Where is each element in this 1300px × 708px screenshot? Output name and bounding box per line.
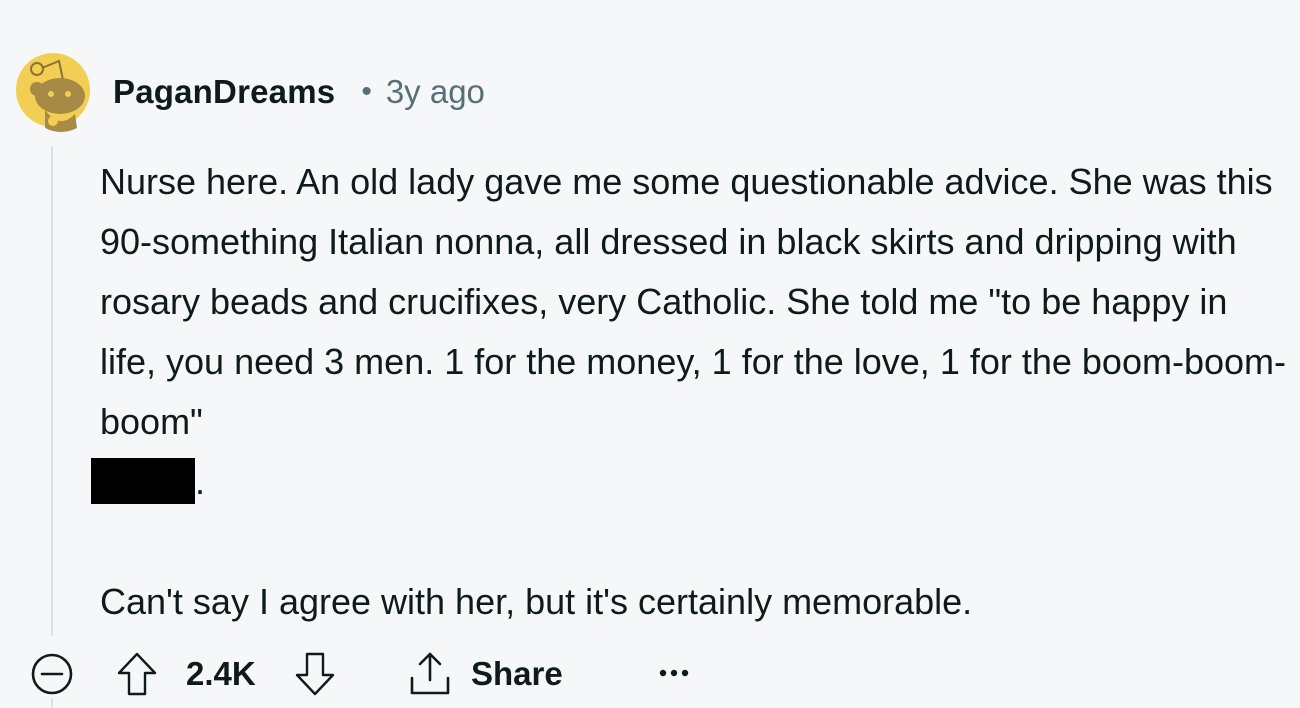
comment-paragraph: Can't say I agree with her, but it's cer… xyxy=(100,581,973,622)
share-label: Share xyxy=(471,655,563,692)
meta-separator: • xyxy=(361,75,372,108)
comment-action-bar: 2.4K Share xyxy=(0,644,1300,704)
ellipsis-icon[interactable] xyxy=(652,658,696,688)
comment-timestamp[interactable]: 3y ago xyxy=(386,73,485,111)
share-button[interactable]: Share xyxy=(407,650,597,700)
redaction-box xyxy=(91,458,195,504)
upvote-arrow-icon[interactable] xyxy=(115,650,159,698)
comment-body: Nurse here. An old lady gave me some que… xyxy=(91,152,1290,632)
author-username[interactable]: PaganDreams xyxy=(113,73,335,111)
minus-circle-icon[interactable] xyxy=(27,649,77,699)
share-icon xyxy=(407,650,453,698)
downvote-arrow-icon[interactable] xyxy=(293,650,337,698)
comment-punctuation: . xyxy=(195,461,206,502)
thread-line[interactable] xyxy=(51,146,53,636)
comment-meta: PaganDreams • 3y ago xyxy=(113,70,485,114)
comment-text: Nurse here. An old lady gave me some que… xyxy=(100,161,1286,442)
vote-score: 2.4K xyxy=(186,655,256,692)
comment-paragraph: Nurse here. An old lady gave me some que… xyxy=(91,152,1290,512)
author-avatar-icon[interactable] xyxy=(15,44,91,136)
